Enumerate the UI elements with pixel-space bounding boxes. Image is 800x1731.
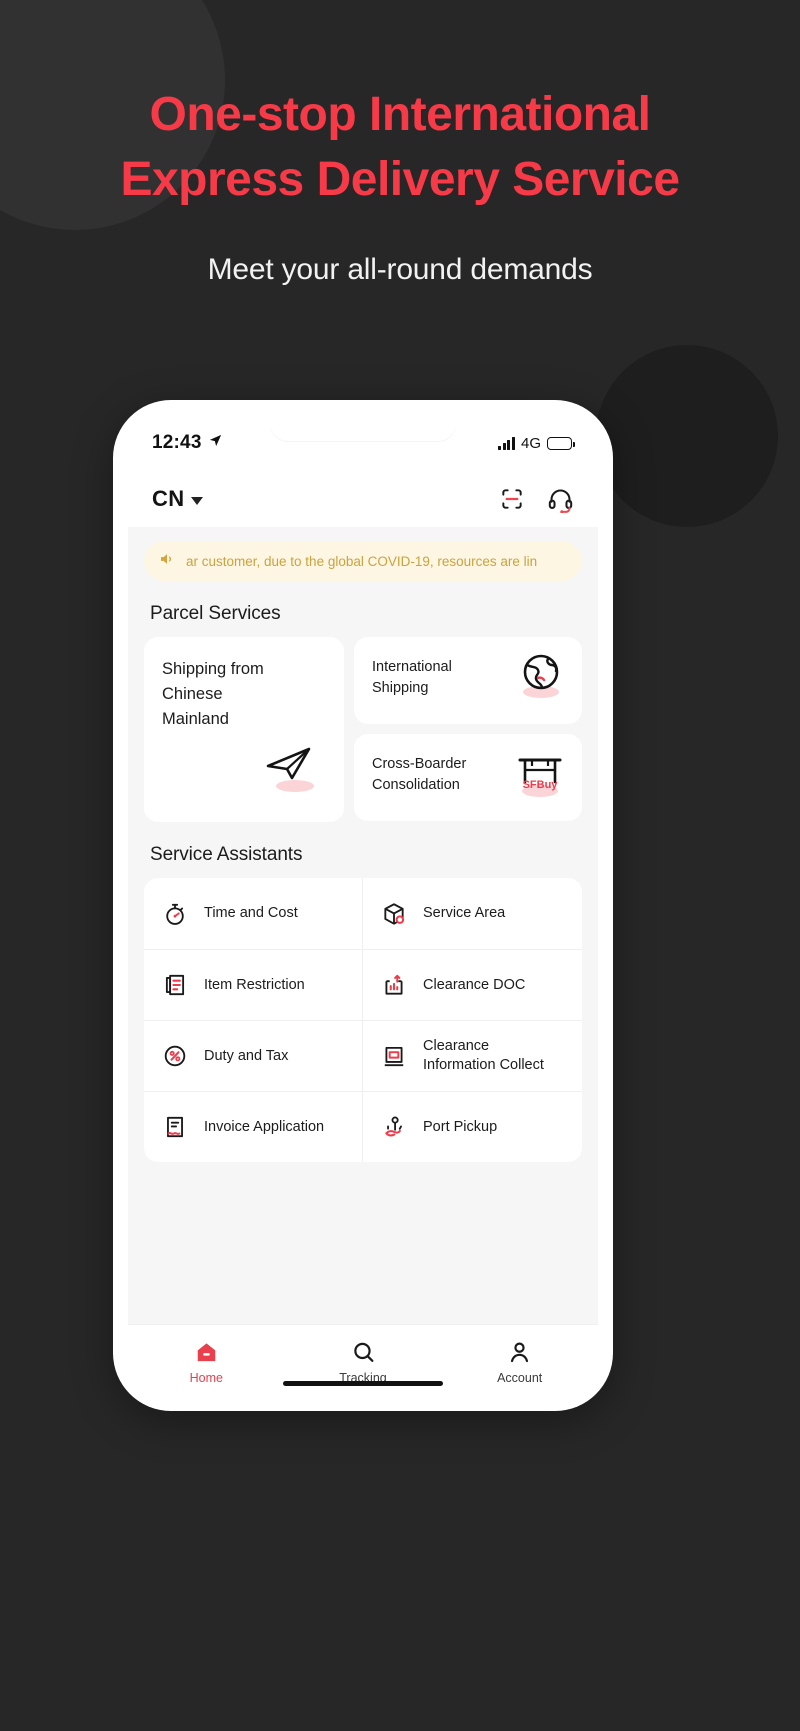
status-bar-left: 12:43: [152, 432, 223, 454]
speaker-icon: [158, 550, 176, 573]
invoice-icon: [162, 1114, 190, 1140]
percent-circle-icon: [162, 1043, 190, 1069]
assistant-item-item-restriction[interactable]: Item Restriction: [144, 949, 363, 1020]
phone-notch: [270, 415, 456, 441]
tab-label: Account: [497, 1371, 543, 1385]
page-title: One-stop International Express Delivery …: [0, 0, 800, 212]
home-icon: [194, 1340, 219, 1364]
assistant-item-time-and-cost[interactable]: Time and Cost: [144, 878, 363, 949]
assistant-label: Item Restriction: [204, 976, 305, 993]
pin-hand-icon: [381, 1114, 409, 1140]
assistant-item-clearance-doc[interactable]: Clearance DOC: [363, 949, 582, 1020]
covid-notice-text: ar customer, due to the global COVID-19,…: [186, 553, 538, 569]
assistant-row: Invoice Application Port Pickup: [144, 1091, 582, 1162]
phone-screen: 12:43 4G CN ar customer, due to the glob…: [128, 415, 598, 1396]
tab-account[interactable]: Account: [441, 1340, 598, 1385]
hero-section: One-stop International Express Delivery …: [0, 0, 800, 290]
person-icon: [507, 1340, 532, 1364]
assistant-item-port-pickup[interactable]: Port Pickup: [363, 1091, 582, 1162]
card-shipping-from-chinese-mainland[interactable]: Shipping from Chinese Mainland: [144, 637, 344, 822]
assistant-label: Clearance Information Collect: [423, 1038, 544, 1073]
header-actions: [499, 486, 574, 513]
assistant-label: Port Pickup: [423, 1118, 498, 1135]
card-cross-boarder-consolidation[interactable]: Cross-Boarder Consolidation SFBuy: [354, 734, 582, 821]
search-icon: [351, 1340, 376, 1364]
tab-tracking[interactable]: Tracking: [285, 1340, 442, 1385]
chart-upload-icon: [381, 972, 409, 998]
background-circle-middle-right: [596, 345, 778, 527]
card-title: Shipping from Chinese Mainland: [162, 660, 264, 728]
parcel-services-grid: Shipping from Chinese Mainland Internati…: [144, 637, 582, 822]
storefront-sfbuy-icon: SFBuy: [512, 748, 568, 800]
page-title-line-2: Express Delivery Service: [120, 153, 680, 206]
app-content: ar customer, due to the global COVID-19,…: [128, 527, 598, 1324]
page-title-line-1: One-stop International: [149, 88, 651, 141]
headset-icon[interactable]: [547, 486, 574, 513]
region-selector[interactable]: CN: [152, 486, 204, 512]
battery-icon: [547, 436, 575, 450]
network-label: 4G: [520, 434, 541, 452]
scan-icon[interactable]: [499, 486, 525, 512]
sfbuy-label: SFBuy: [523, 779, 559, 791]
app-header: CN: [128, 471, 598, 527]
tab-home[interactable]: Home: [128, 1340, 285, 1385]
paper-plane-icon: [262, 742, 322, 796]
parcel-services-title: Parcel Services: [150, 603, 281, 624]
status-bar-time: 12:43: [152, 432, 202, 453]
covid-notice-banner[interactable]: ar customer, due to the global COVID-19,…: [144, 541, 582, 581]
service-assistants-title: Service Assistants: [150, 844, 303, 865]
assistant-item-clearance-information-collect[interactable]: Clearance Information Collect: [363, 1020, 582, 1091]
assistant-row: Duty and Tax Clearance Information Colle…: [144, 1020, 582, 1091]
document-collect-icon: [381, 1043, 409, 1069]
box-location-icon: [381, 901, 409, 927]
stopwatch-icon: [162, 901, 190, 927]
card-international-shipping[interactable]: International Shipping: [354, 637, 582, 724]
parcel-services-right-column: International Shipping Cross-Boarder Con…: [354, 637, 582, 822]
page-subtitle: Meet your all-round demands: [207, 253, 593, 286]
region-label: CN: [152, 486, 185, 511]
chevron-down-icon: [191, 496, 204, 505]
assistant-row: Item Restriction Clearance DOC: [144, 949, 582, 1020]
document-list-icon: [162, 972, 190, 998]
service-assistants-card: Time and Cost Service Area Item Restrict…: [144, 878, 582, 1162]
signal-bars-icon: [498, 436, 515, 450]
assistant-label: Invoice Application: [204, 1118, 325, 1135]
tab-label: Home: [189, 1371, 223, 1385]
assistant-row: Time and Cost Service Area: [144, 878, 582, 949]
assistant-label: Clearance DOC: [423, 976, 526, 993]
assistant-item-duty-and-tax[interactable]: Duty and Tax: [144, 1020, 363, 1091]
globe-icon: [514, 651, 568, 703]
home-indicator: [283, 1381, 443, 1386]
status-bar-right: 4G: [498, 434, 575, 452]
assistant-label: Time and Cost: [204, 905, 298, 921]
phone-mockup: 12:43 4G CN ar customer, due to the glob…: [113, 400, 613, 1411]
assistant-item-invoice-application[interactable]: Invoice Application: [144, 1091, 363, 1162]
assistant-label: Service Area: [423, 905, 506, 921]
location-arrow-icon: [208, 432, 223, 454]
assistant-item-service-area[interactable]: Service Area: [363, 878, 582, 949]
assistant-label: Duty and Tax: [204, 1047, 289, 1064]
